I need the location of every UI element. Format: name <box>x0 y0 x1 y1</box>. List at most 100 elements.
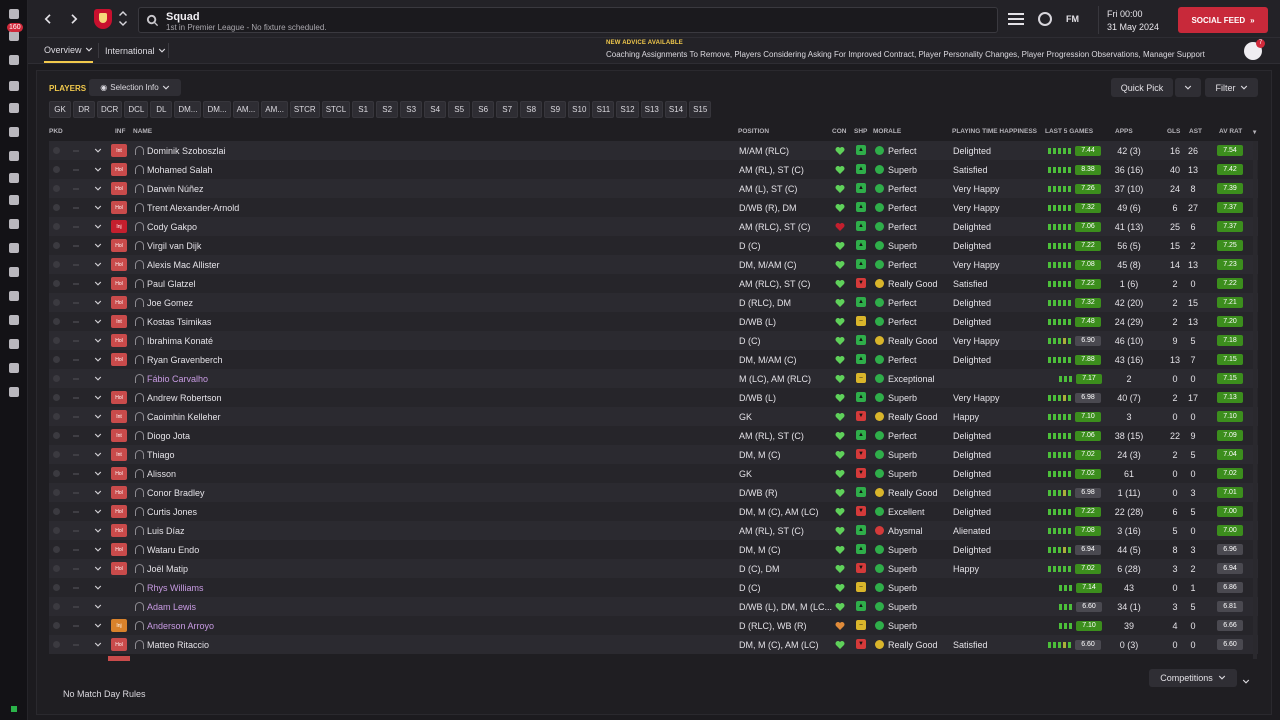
pick-toggle[interactable] <box>53 413 60 420</box>
data-hub-icon[interactable] <box>5 192 23 208</box>
position-tab[interactable]: S6 <box>472 101 495 118</box>
chevron-down-icon[interactable] <box>118 20 128 28</box>
table-row[interactable]: Int Caoimhin Kelleher GK ▼ Really Good Happy 7… <box>49 407 1258 426</box>
info-badge[interactable]: Hol <box>111 486 127 499</box>
pick-toggle[interactable] <box>53 356 60 363</box>
forward-button[interactable] <box>66 10 84 28</box>
pick-toggle[interactable] <box>53 603 60 610</box>
club-crest-icon[interactable] <box>94 9 112 29</box>
info-badge[interactable]: Hol <box>111 182 127 195</box>
row-options-dropdown[interactable] <box>94 521 102 540</box>
tactics-icon[interactable] <box>5 170 23 186</box>
player-name[interactable]: Joël Matip <box>147 559 188 578</box>
player-name[interactable]: Ryan Gravenberch <box>147 350 223 369</box>
schedule-icon[interactable] <box>5 216 23 232</box>
chevron-up-icon[interactable] <box>118 9 128 17</box>
position-tab[interactable]: DCR <box>97 101 123 118</box>
row-options-dropdown[interactable] <box>94 369 102 388</box>
info-badge[interactable]: Int <box>111 410 127 423</box>
position-tab[interactable]: S4 <box>424 101 447 118</box>
position-tab[interactable]: S11 <box>592 101 615 118</box>
info-badge[interactable]: Hol <box>111 562 127 575</box>
dynamics-icon[interactable] <box>5 78 23 94</box>
position-tab[interactable]: AM... <box>261 101 288 118</box>
table-row[interactable]: Hol Mohamed Salah AM (RL), ST (C) ▲ Superb Sa… <box>49 160 1258 179</box>
table-row[interactable]: Hol Andrew Robertson D/WB (L) ▲ Superb Very H… <box>49 388 1258 407</box>
table-row[interactable]: Hol Luis Díaz AM (RL), ST (C) ▲ Abysmal Alien… <box>49 521 1258 540</box>
position-tab[interactable]: S10 <box>568 101 591 118</box>
tab-international[interactable]: International <box>105 38 166 63</box>
position-tab[interactable]: S2 <box>376 101 399 118</box>
squad-icon[interactable] <box>5 52 23 68</box>
pick-toggle[interactable] <box>53 451 60 458</box>
pick-toggle[interactable] <box>53 261 60 268</box>
info-badge[interactable]: Hol <box>111 201 127 214</box>
inbox-icon[interactable]: 160 <box>5 23 23 44</box>
player-name[interactable]: Caoimhin Kelleher <box>147 407 221 426</box>
advice-banner[interactable]: NEW ADVICE AVAILABLE Coaching Assignment… <box>606 40 1205 59</box>
fm-menu-button[interactable]: FM <box>1066 14 1079 24</box>
table-row[interactable]: Adam Lewis D/WB (L), DM, M (LC... ▲ Superb 6… <box>49 597 1258 616</box>
pick-toggle[interactable] <box>53 432 60 439</box>
collapse-panel-toggle[interactable] <box>1242 673 1250 691</box>
col-last5[interactable]: LAST 5 GAMES <box>1045 128 1093 135</box>
pick-toggle[interactable] <box>53 470 60 477</box>
sort-arrow-icon[interactable]: ▾ <box>1253 128 1256 136</box>
row-options-dropdown[interactable] <box>94 540 102 559</box>
position-tab[interactable]: S15 <box>689 101 712 118</box>
row-options-dropdown[interactable] <box>94 312 102 331</box>
table-scrollbar[interactable] <box>1253 141 1257 659</box>
info-badge[interactable]: Hol <box>111 163 127 176</box>
quick-pick-dropdown[interactable] <box>1175 78 1201 97</box>
player-name[interactable]: Diogo Jota <box>147 426 190 445</box>
back-button[interactable] <box>38 10 56 28</box>
pick-toggle[interactable] <box>53 375 60 382</box>
pick-toggle[interactable] <box>53 565 60 572</box>
row-options-dropdown[interactable] <box>94 426 102 445</box>
position-tab[interactable]: STCL <box>321 101 351 118</box>
social-feed-button[interactable]: SOCIAL FEED » <box>1178 7 1268 33</box>
pick-toggle[interactable] <box>53 584 60 591</box>
info-badge[interactable]: Hol <box>111 391 127 404</box>
col-av-rat[interactable]: AV RAT <box>1219 128 1242 135</box>
info-badge[interactable]: Int <box>111 315 127 328</box>
row-options-dropdown[interactable] <box>94 578 102 597</box>
player-name[interactable]: Mohamed Salah <box>147 160 213 179</box>
filter-button[interactable]: Filter <box>1205 78 1258 97</box>
row-options-dropdown[interactable] <box>94 502 102 521</box>
pick-toggle[interactable] <box>53 546 60 553</box>
dev-centre-icon[interactable] <box>5 384 23 400</box>
row-options-dropdown[interactable] <box>94 445 102 464</box>
selection-info-button[interactable]: ◉ Selection Info <box>89 79 181 96</box>
table-row[interactable]: Hol Matteo Ritaccio DM, M (C), AM (LC) ▼ Rea… <box>49 635 1258 654</box>
table-row[interactable]: Hol Conor Bradley D/WB (R) ▲ Really Good Deli… <box>49 483 1258 502</box>
pick-toggle[interactable] <box>53 508 60 515</box>
row-options-dropdown[interactable] <box>94 616 102 635</box>
player-name[interactable]: Anderson Arroyo <box>147 616 214 635</box>
player-name[interactable]: Matteo Ritaccio <box>147 635 209 654</box>
table-row[interactable]: Int Thiago DM, M (C) ▼ Superb Delighted 7.02 24… <box>49 445 1258 464</box>
row-options-dropdown[interactable] <box>94 407 102 426</box>
player-name[interactable]: Fábio Carvalho <box>147 369 208 388</box>
info-badge[interactable]: Hol <box>111 543 127 556</box>
info-badge[interactable]: Hol <box>111 505 127 518</box>
player-name[interactable]: Curtis Jones <box>147 502 197 521</box>
pick-toggle[interactable] <box>53 489 60 496</box>
position-tab[interactable]: S1 <box>352 101 375 118</box>
position-tab[interactable]: S8 <box>520 101 543 118</box>
position-tab[interactable]: DR <box>73 101 95 118</box>
table-row[interactable]: Hol Curtis Jones DM, M (C), AM (LC) ▼ Excell… <box>49 502 1258 521</box>
col-inf[interactable]: INF <box>115 128 125 135</box>
row-options-dropdown[interactable] <box>94 179 102 198</box>
row-options-dropdown[interactable] <box>94 198 102 217</box>
info-badge[interactable]: Hol <box>111 353 127 366</box>
position-tab[interactable]: GK <box>49 101 71 118</box>
pick-toggle[interactable] <box>53 223 60 230</box>
info-badge[interactable]: Inj <box>111 619 127 632</box>
pick-toggle[interactable] <box>53 299 60 306</box>
pick-toggle[interactable] <box>53 622 60 629</box>
row-options-dropdown[interactable] <box>94 255 102 274</box>
player-name[interactable]: Adam Lewis <box>147 597 196 616</box>
info-badge[interactable]: Hol <box>111 638 127 651</box>
col-pkd[interactable]: PKD <box>49 128 63 135</box>
